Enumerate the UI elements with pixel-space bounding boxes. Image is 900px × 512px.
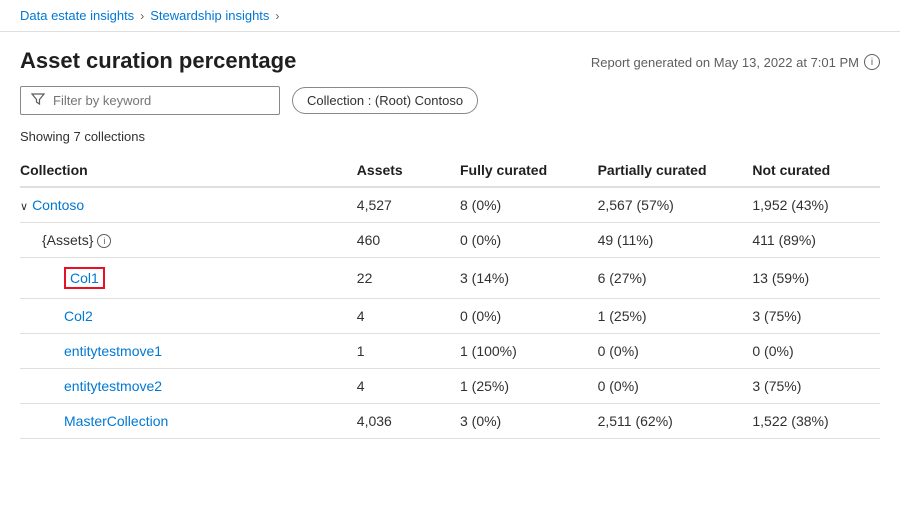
cell-fully_curated-assets-special: 0 (0%): [450, 223, 588, 258]
cell-not_curated-assets-special: 411 (89%): [742, 223, 880, 258]
cell-partially_curated-entitytestmove2: 0 (0%): [588, 369, 743, 404]
table-header: Collection Assets Fully curated Partiall…: [20, 154, 880, 187]
table-container: Collection Assets Fully curated Partiall…: [0, 154, 900, 439]
report-info-icon[interactable]: i: [864, 54, 880, 70]
collection-link-entitytestmove1[interactable]: entitytestmove1: [64, 343, 162, 359]
col-header-collection: Collection: [20, 154, 347, 187]
collection-link-entitytestmove2[interactable]: entitytestmove2: [64, 378, 162, 394]
collection-link-col1[interactable]: Col1: [64, 267, 105, 289]
collection-badge-button[interactable]: Collection : (Root) Contoso: [292, 87, 478, 114]
cell-assets-col2: 4: [347, 299, 450, 334]
filter-input[interactable]: [53, 93, 269, 108]
cell-not_curated-entitytestmove2: 3 (75%): [742, 369, 880, 404]
cell-not_curated-mastercollection: 1,522 (38%): [742, 404, 880, 439]
cell-not_curated-col2: 3 (75%): [742, 299, 880, 334]
table-row: Col1 223 (14%)6 (27%)13 (59%): [20, 258, 880, 299]
expand-icon[interactable]: ∨: [20, 200, 28, 213]
report-info: Report generated on May 13, 2022 at 7:01…: [591, 48, 880, 70]
collection-link-mastercollection[interactable]: MasterCollection: [64, 413, 168, 429]
cell-not_curated-contoso: 1,952 (43%): [742, 187, 880, 223]
table-row: Col2 40 (0%)1 (25%)3 (75%): [20, 299, 880, 334]
col-header-fully-curated: Fully curated: [450, 154, 588, 187]
cell-not_curated-entitytestmove1: 0 (0%): [742, 334, 880, 369]
breadcrumb-link-stewardship[interactable]: Stewardship insights: [150, 8, 269, 23]
col-header-assets: Assets: [347, 154, 450, 187]
cell-assets-contoso: 4,527: [347, 187, 450, 223]
breadcrumb-link-data-estate[interactable]: Data estate insights: [20, 8, 134, 23]
col-header-partially-curated: Partially curated: [588, 154, 743, 187]
cell-not_curated-col1: 13 (59%): [742, 258, 880, 299]
cell-assets-mastercollection: 4,036: [347, 404, 450, 439]
cell-fully_curated-entitytestmove1: 1 (100%): [450, 334, 588, 369]
collection-link-contoso[interactable]: Contoso: [32, 197, 84, 213]
assets-info-icon[interactable]: i: [97, 234, 111, 248]
curation-table: Collection Assets Fully curated Partiall…: [20, 154, 880, 439]
cell-partially_curated-entitytestmove1: 0 (0%): [588, 334, 743, 369]
showing-label: Showing 7 collections: [0, 125, 900, 154]
filter-input-wrapper[interactable]: [20, 86, 280, 115]
cell-assets-col1: 22: [347, 258, 450, 299]
table-row: MasterCollection 4,0363 (0%)2,511 (62%)1,…: [20, 404, 880, 439]
cell-fully_curated-contoso: 8 (0%): [450, 187, 588, 223]
collection-link-col2[interactable]: Col2: [64, 308, 93, 324]
table-row: {Assets} i 4600 (0%)49 (11%)411 (89%): [20, 223, 880, 258]
cell-fully_curated-col2: 0 (0%): [450, 299, 588, 334]
cell-partially_curated-assets-special: 49 (11%): [588, 223, 743, 258]
cell-fully_curated-mastercollection: 3 (0%): [450, 404, 588, 439]
table-row: entitytestmove2 41 (25%)0 (0%)3 (75%): [20, 369, 880, 404]
page-header: Asset curation percentage Report generat…: [0, 32, 900, 86]
report-info-text: Report generated on May 13, 2022 at 7:01…: [591, 55, 859, 70]
cell-assets-assets-special: 460: [347, 223, 450, 258]
col-header-not-curated: Not curated: [742, 154, 880, 187]
cell-partially_curated-col2: 1 (25%): [588, 299, 743, 334]
cell-partially_curated-contoso: 2,567 (57%): [588, 187, 743, 223]
filter-section: Collection : (Root) Contoso: [0, 86, 900, 125]
cell-partially_curated-mastercollection: 2,511 (62%): [588, 404, 743, 439]
page-title: Asset curation percentage: [20, 48, 296, 74]
collection-label-assets-special: {Assets}: [42, 232, 93, 248]
cell-fully_curated-entitytestmove2: 1 (25%): [450, 369, 588, 404]
filter-icon: [31, 92, 45, 109]
cell-partially_curated-col1: 6 (27%): [588, 258, 743, 299]
cell-fully_curated-col1: 3 (14%): [450, 258, 588, 299]
table-row: entitytestmove111 (100%)0 (0%)0 (0%): [20, 334, 880, 369]
breadcrumb: Data estate insights › Stewardship insig…: [0, 0, 900, 32]
breadcrumb-separator-1: ›: [140, 9, 144, 23]
cell-assets-entitytestmove2: 4: [347, 369, 450, 404]
breadcrumb-separator-2: ›: [275, 9, 279, 23]
table-row: ∨ Contoso 4,5278 (0%)2,567 (57%)1,952 (43%…: [20, 187, 880, 223]
table-body: ∨ Contoso 4,5278 (0%)2,567 (57%)1,952 (43%…: [20, 187, 880, 439]
cell-assets-entitytestmove1: 1: [347, 334, 450, 369]
